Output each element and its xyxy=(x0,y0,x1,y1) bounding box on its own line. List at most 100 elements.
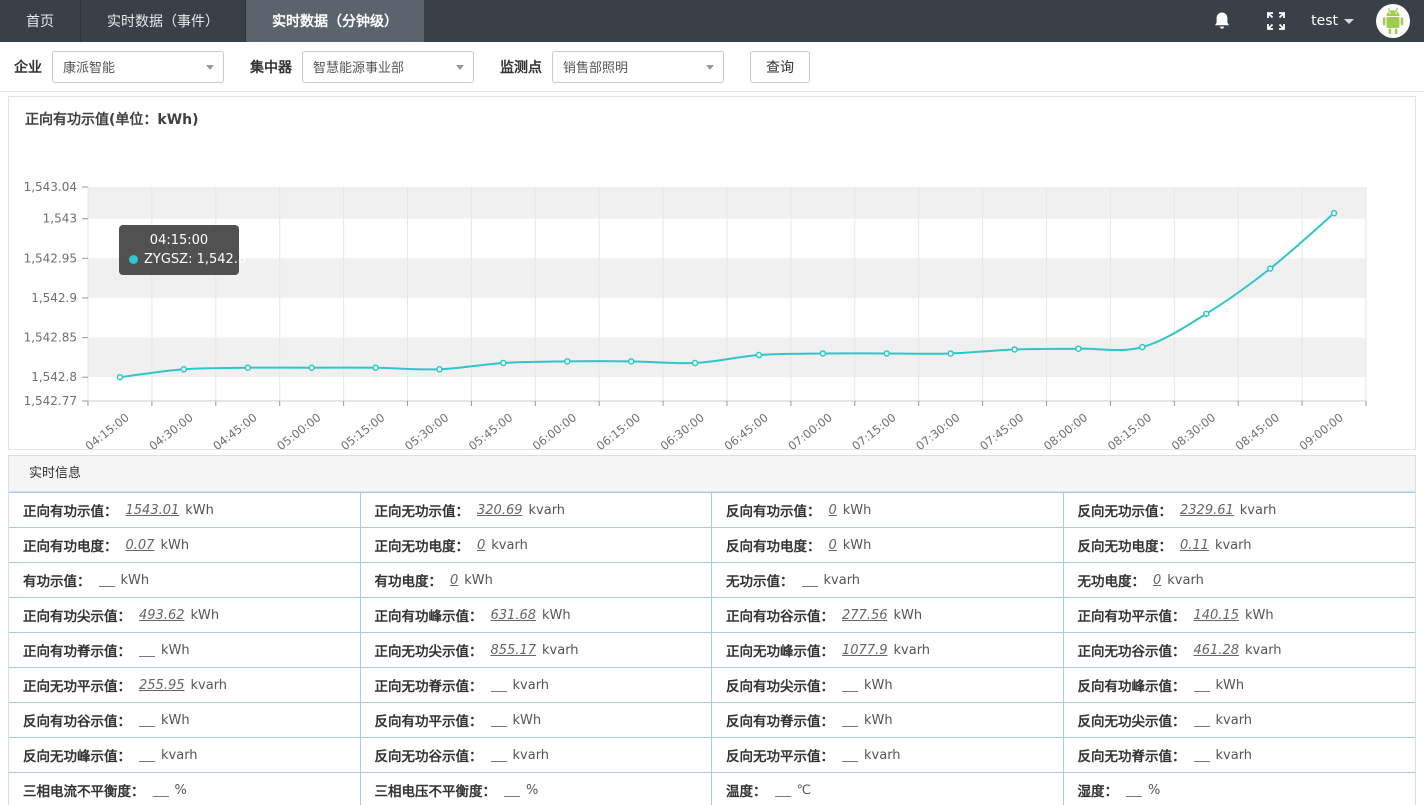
bell-icon[interactable] xyxy=(1211,10,1233,32)
data-point-marker[interactable] xyxy=(1268,266,1273,271)
enterprise-select[interactable]: 康派智能 xyxy=(52,51,224,83)
cell-unit: % xyxy=(1148,783,1160,798)
nav-item-realtime-event[interactable]: 实时数据（事件） xyxy=(81,0,246,42)
data-point-marker[interactable] xyxy=(1204,311,1209,316)
table-cell: 正向无功电度：0kvarh xyxy=(361,528,713,563)
filter-group-concentrator: 集中器 智慧能源事业部 xyxy=(250,51,474,83)
cell-value[interactable]: 320.69 xyxy=(477,503,523,518)
cell-value[interactable]: 0 xyxy=(450,573,458,588)
data-point-marker[interactable] xyxy=(245,365,250,370)
cell-value[interactable]: 0.11 xyxy=(1180,538,1209,553)
cell-label: 无功电度： xyxy=(1078,570,1146,590)
concentrator-select[interactable]: 智慧能源事业部 xyxy=(302,51,474,83)
cell-value[interactable]: 2329.61 xyxy=(1180,503,1234,518)
filter-group-enterprise: 企业 康派智能 xyxy=(14,51,224,83)
cell-unit: kvarh xyxy=(513,748,550,763)
cell-unit: % xyxy=(175,783,187,798)
navbar-spacer xyxy=(424,0,1179,42)
table-cell: 正向有功尖示值：493.62kWh xyxy=(9,598,361,633)
cell-value xyxy=(802,574,818,587)
data-point-marker[interactable] xyxy=(1076,346,1081,351)
data-point-marker[interactable] xyxy=(693,360,698,365)
cell-unit: kvarh xyxy=(864,748,901,763)
cell-label: 有功示值： xyxy=(23,570,91,590)
cell-label: 正向无功电度： xyxy=(375,535,470,555)
cell-label: 正向无功平示值： xyxy=(23,675,131,695)
cell-label: 反向无功峰示值： xyxy=(23,745,131,765)
x-axis-label: 06:45:00 xyxy=(721,410,770,449)
table-cell: 三相电压不平衡度：% xyxy=(361,773,713,805)
cell-value[interactable]: 1077.9 xyxy=(842,643,888,658)
cell-value[interactable]: 0 xyxy=(477,538,485,553)
data-point-marker[interactable] xyxy=(884,351,889,356)
nav-item-home[interactable]: 首页 xyxy=(0,0,81,42)
x-axis-label: 04:45:00 xyxy=(210,410,259,449)
cell-value[interactable]: 461.28 xyxy=(1194,643,1240,658)
data-point-marker[interactable] xyxy=(117,375,122,380)
cell-label: 反向有功脊示值： xyxy=(726,710,834,730)
cell-unit: kvarh xyxy=(824,573,861,588)
cell-unit: kvarh xyxy=(542,643,579,658)
cell-label: 温度： xyxy=(726,780,767,800)
cell-value xyxy=(842,679,858,692)
cell-value xyxy=(491,679,507,692)
table-cell: 湿度：% xyxy=(1064,773,1416,805)
data-point-marker[interactable] xyxy=(1012,347,1017,352)
data-point-marker[interactable] xyxy=(373,365,378,370)
fullscreen-icon[interactable] xyxy=(1265,10,1287,32)
data-point-marker[interactable] xyxy=(820,351,825,356)
cell-unit: kvarh xyxy=(894,643,931,658)
cell-unit: kvarh xyxy=(1216,748,1253,763)
table-cell: 正向无功尖示值：855.17kvarh xyxy=(361,633,713,668)
cell-value[interactable]: 855.17 xyxy=(491,643,537,658)
x-axis-label: 09:00:00 xyxy=(1297,410,1346,449)
data-point-marker[interactable] xyxy=(501,360,506,365)
avatar[interactable] xyxy=(1376,4,1410,38)
query-button[interactable]: 查询 xyxy=(750,51,810,83)
cell-value[interactable]: 140.15 xyxy=(1194,608,1240,623)
data-point-marker[interactable] xyxy=(437,367,442,372)
nav-item-realtime-minute[interactable]: 实时数据（分钟级） xyxy=(246,0,424,42)
table-cell: 正向无功示值：320.69kvarh xyxy=(361,493,713,528)
cell-unit: kWh xyxy=(864,713,893,728)
x-axis-label: 06:15:00 xyxy=(594,410,643,449)
cell-unit: kWh xyxy=(843,538,872,553)
data-point-marker[interactable] xyxy=(1140,345,1145,350)
filter-group-monitor-point: 监测点 销售部照明 xyxy=(500,51,724,83)
cell-value[interactable]: 631.68 xyxy=(491,608,537,623)
cell-unit: kWh xyxy=(464,573,493,588)
data-point-marker[interactable] xyxy=(1332,211,1337,216)
line-chart[interactable]: 1,542.771,542.81,542.851,542.91,542.951,… xyxy=(9,129,1415,449)
cell-unit: kvarh xyxy=(1245,643,1282,658)
table-cell: 正向无功谷示值：461.28kvarh xyxy=(1064,633,1416,668)
cell-value[interactable]: 255.95 xyxy=(139,678,185,693)
x-axis-label: 07:15:00 xyxy=(849,410,898,449)
cell-value xyxy=(491,714,507,727)
monitor-point-select[interactable]: 销售部照明 xyxy=(552,51,724,83)
cell-label: 正向无功峰示值： xyxy=(726,640,834,660)
cell-value[interactable]: 1543.01 xyxy=(126,503,180,518)
table-cell: 正向有功电度：0.07kWh xyxy=(9,528,361,563)
cell-label: 反向无功尖示值： xyxy=(1078,710,1186,730)
chart-title: 正向有功示值(单位：kWh) xyxy=(9,97,1415,129)
data-point-marker[interactable] xyxy=(629,359,634,364)
cell-value[interactable]: 0 xyxy=(829,538,837,553)
cell-value[interactable]: 493.62 xyxy=(139,608,185,623)
data-point-marker[interactable] xyxy=(309,365,314,370)
realtime-table: 正向有功示值：1543.01kWh正向无功示值：320.69kvarh反向有功示… xyxy=(9,492,1415,805)
cell-value[interactable]: 0.07 xyxy=(126,538,155,553)
data-point-marker[interactable] xyxy=(948,351,953,356)
data-point-marker[interactable] xyxy=(181,367,186,372)
cell-unit: kvarh xyxy=(191,678,228,693)
cell-label: 正向有功脊示值： xyxy=(23,640,131,660)
user-menu[interactable]: test xyxy=(1311,13,1354,29)
line-chart-svg: 1,542.771,542.81,542.851,542.91,542.951,… xyxy=(9,129,1415,449)
data-point-marker[interactable] xyxy=(756,353,761,358)
cell-unit: kWh xyxy=(161,643,190,658)
cell-value[interactable]: 277.56 xyxy=(842,608,888,623)
cell-value xyxy=(842,749,858,762)
data-point-marker[interactable] xyxy=(565,359,570,364)
cell-unit: kWh xyxy=(894,608,923,623)
cell-value[interactable]: 0 xyxy=(829,503,837,518)
cell-value[interactable]: 0 xyxy=(1153,573,1161,588)
